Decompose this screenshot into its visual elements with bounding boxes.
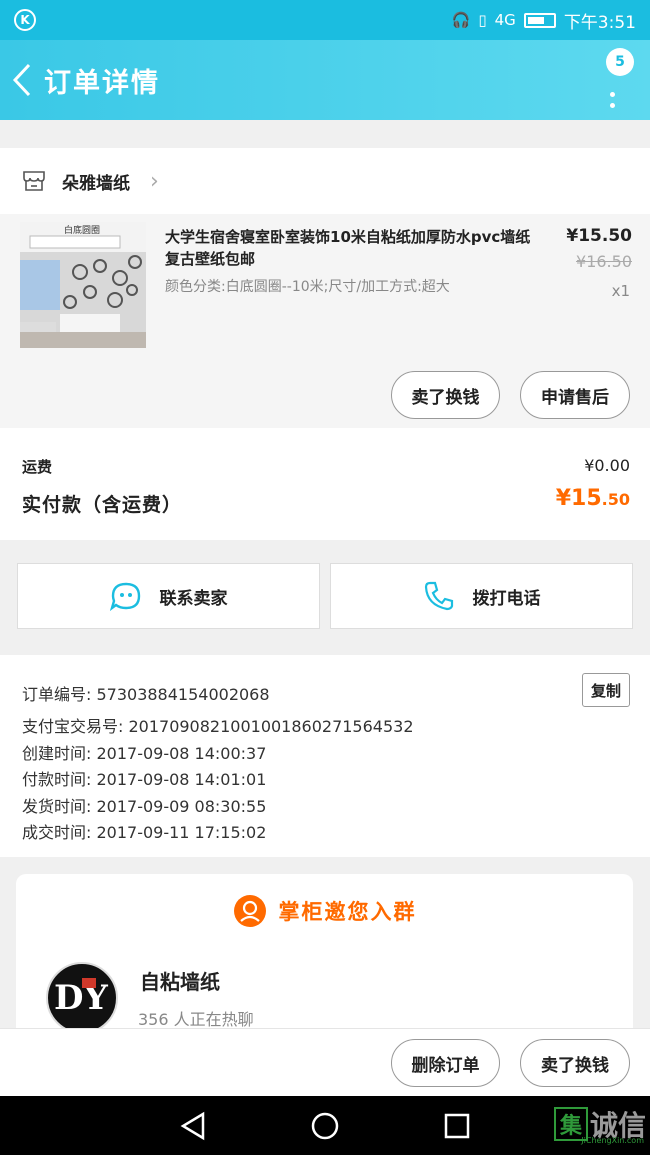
avatar-accent <box>82 978 96 988</box>
paid-time: 付款时间: 2017-09-08 14:01:01 <box>22 770 267 789</box>
total-int: 15 <box>571 486 602 511</box>
contact-seller-label: 联系卖家 <box>159 588 228 609</box>
headphones-icon: 🎧 <box>451 11 471 29</box>
system-nav-bar: 集 诚信 JiChengXin.com <box>0 1096 650 1155</box>
currency-symbol: ¥ <box>555 486 572 511</box>
nav-recents-icon[interactable] <box>441 1110 473 1142</box>
group-invite-card[interactable]: 掌柜邀您入群 DY 自粘墙纸 356 人正在热聊 <box>16 874 633 1034</box>
vibrate-icon: ▯ <box>478 11 487 29</box>
order-info: 订单编号: 57303884154002068 支付宝交易号: 20170908… <box>0 655 650 857</box>
shop-row[interactable]: 朵雅墙纸 › <box>0 148 650 214</box>
total-value: ¥15.50 <box>556 486 630 511</box>
more-dot-icon <box>609 92 615 97</box>
product-thumbnail: 白底圆圈 <box>20 222 146 348</box>
app-header: 订单详情 <box>0 40 650 120</box>
group-member-count: 356 人正在热聊 <box>138 1010 254 1029</box>
delete-order-button[interactable]: 删除订单 <box>391 1039 500 1087</box>
after-sales-button[interactable]: 申请售后 <box>520 371 630 419</box>
group-header: 掌柜邀您入群 <box>16 894 633 928</box>
watermark-url: JiChengXin.com <box>581 1136 644 1145</box>
shop-name: 朵雅墙纸 <box>62 173 130 194</box>
more-dot-icon <box>609 103 615 108</box>
product-item[interactable]: 白底圆圈 大学生宿舍寝室卧室装饰10米自粘纸加厚防水pvc墙纸复古壁纸包邮 颜色… <box>0 214 650 428</box>
shipping-value: ¥0.00 <box>584 456 630 475</box>
total-dec: .50 <box>601 490 630 509</box>
product-title: 大学生宿舍寝室卧室装饰10米自粘纸加厚防水pvc墙纸复古壁纸包邮 <box>165 228 531 268</box>
completed-time: 成交时间: 2017-09-11 17:15:02 <box>22 823 267 842</box>
group-name: 自粘墙纸 <box>140 970 220 994</box>
total-label: 实付款（含运费） <box>22 494 183 516</box>
status-bar: K 🎧 ▯ 4G 下午3:51 <box>0 0 650 40</box>
battery-icon <box>523 12 556 28</box>
bottom-action-bar: 删除订单 卖了换钱 <box>0 1028 650 1096</box>
nav-home-icon[interactable] <box>309 1110 341 1142</box>
group-title: 掌柜邀您入群 <box>278 900 417 924</box>
status-time: 下午3:51 <box>563 12 636 33</box>
page-title: 订单详情 <box>44 67 160 99</box>
app-notification-icon: K <box>14 9 36 31</box>
product-spec: 颜色分类:白底圆圈--10米;尺寸/加工方式:超大 <box>165 279 450 295</box>
contact-seller-button[interactable]: 联系卖家 <box>17 563 320 629</box>
nav-back-icon[interactable] <box>177 1110 209 1142</box>
payment-summary: 运费 ¥0.00 实付款（含运费） ¥15.50 <box>0 428 650 540</box>
shipped-time: 发货时间: 2017-09-09 08:30:55 <box>22 797 267 816</box>
chevron-right-icon: › <box>150 168 159 194</box>
order-number: 订单编号: 57303884154002068 <box>22 685 270 704</box>
signal-icon: 4G <box>494 11 516 29</box>
store-icon <box>23 171 45 191</box>
phone-icon <box>424 581 453 611</box>
avatar-text: DY <box>54 978 108 1018</box>
group-avatar: DY <box>46 962 118 1034</box>
resell-bottom-button[interactable]: 卖了换钱 <box>520 1039 630 1087</box>
chevron-left-icon <box>12 63 31 97</box>
chat-icon <box>109 582 140 611</box>
created-time: 创建时间: 2017-09-08 14:00:37 <box>22 744 267 763</box>
resell-button[interactable]: 卖了换钱 <box>391 371 500 419</box>
product-original-price: ¥16.50 <box>576 252 632 271</box>
copy-button[interactable]: 复制 <box>582 673 630 707</box>
thumb-label: 白底圆圈 <box>64 226 101 236</box>
back-button[interactable] <box>0 40 44 120</box>
call-phone-button[interactable]: 拨打电话 <box>330 563 633 629</box>
shipping-label: 运费 <box>22 458 53 476</box>
notification-badge: 5 <box>606 48 634 76</box>
status-icons: 🎧 ▯ 4G 下午3:51 <box>452 8 636 33</box>
product-quantity: x1 <box>611 282 630 300</box>
product-price: ¥15.50 <box>566 226 632 246</box>
call-phone-label: 拨打电话 <box>472 588 541 609</box>
group-icon <box>233 895 266 927</box>
alipay-trade-number: 支付宝交易号: 2017090821001001860271564532 <box>22 717 414 736</box>
wallpaper-image <box>20 222 146 348</box>
